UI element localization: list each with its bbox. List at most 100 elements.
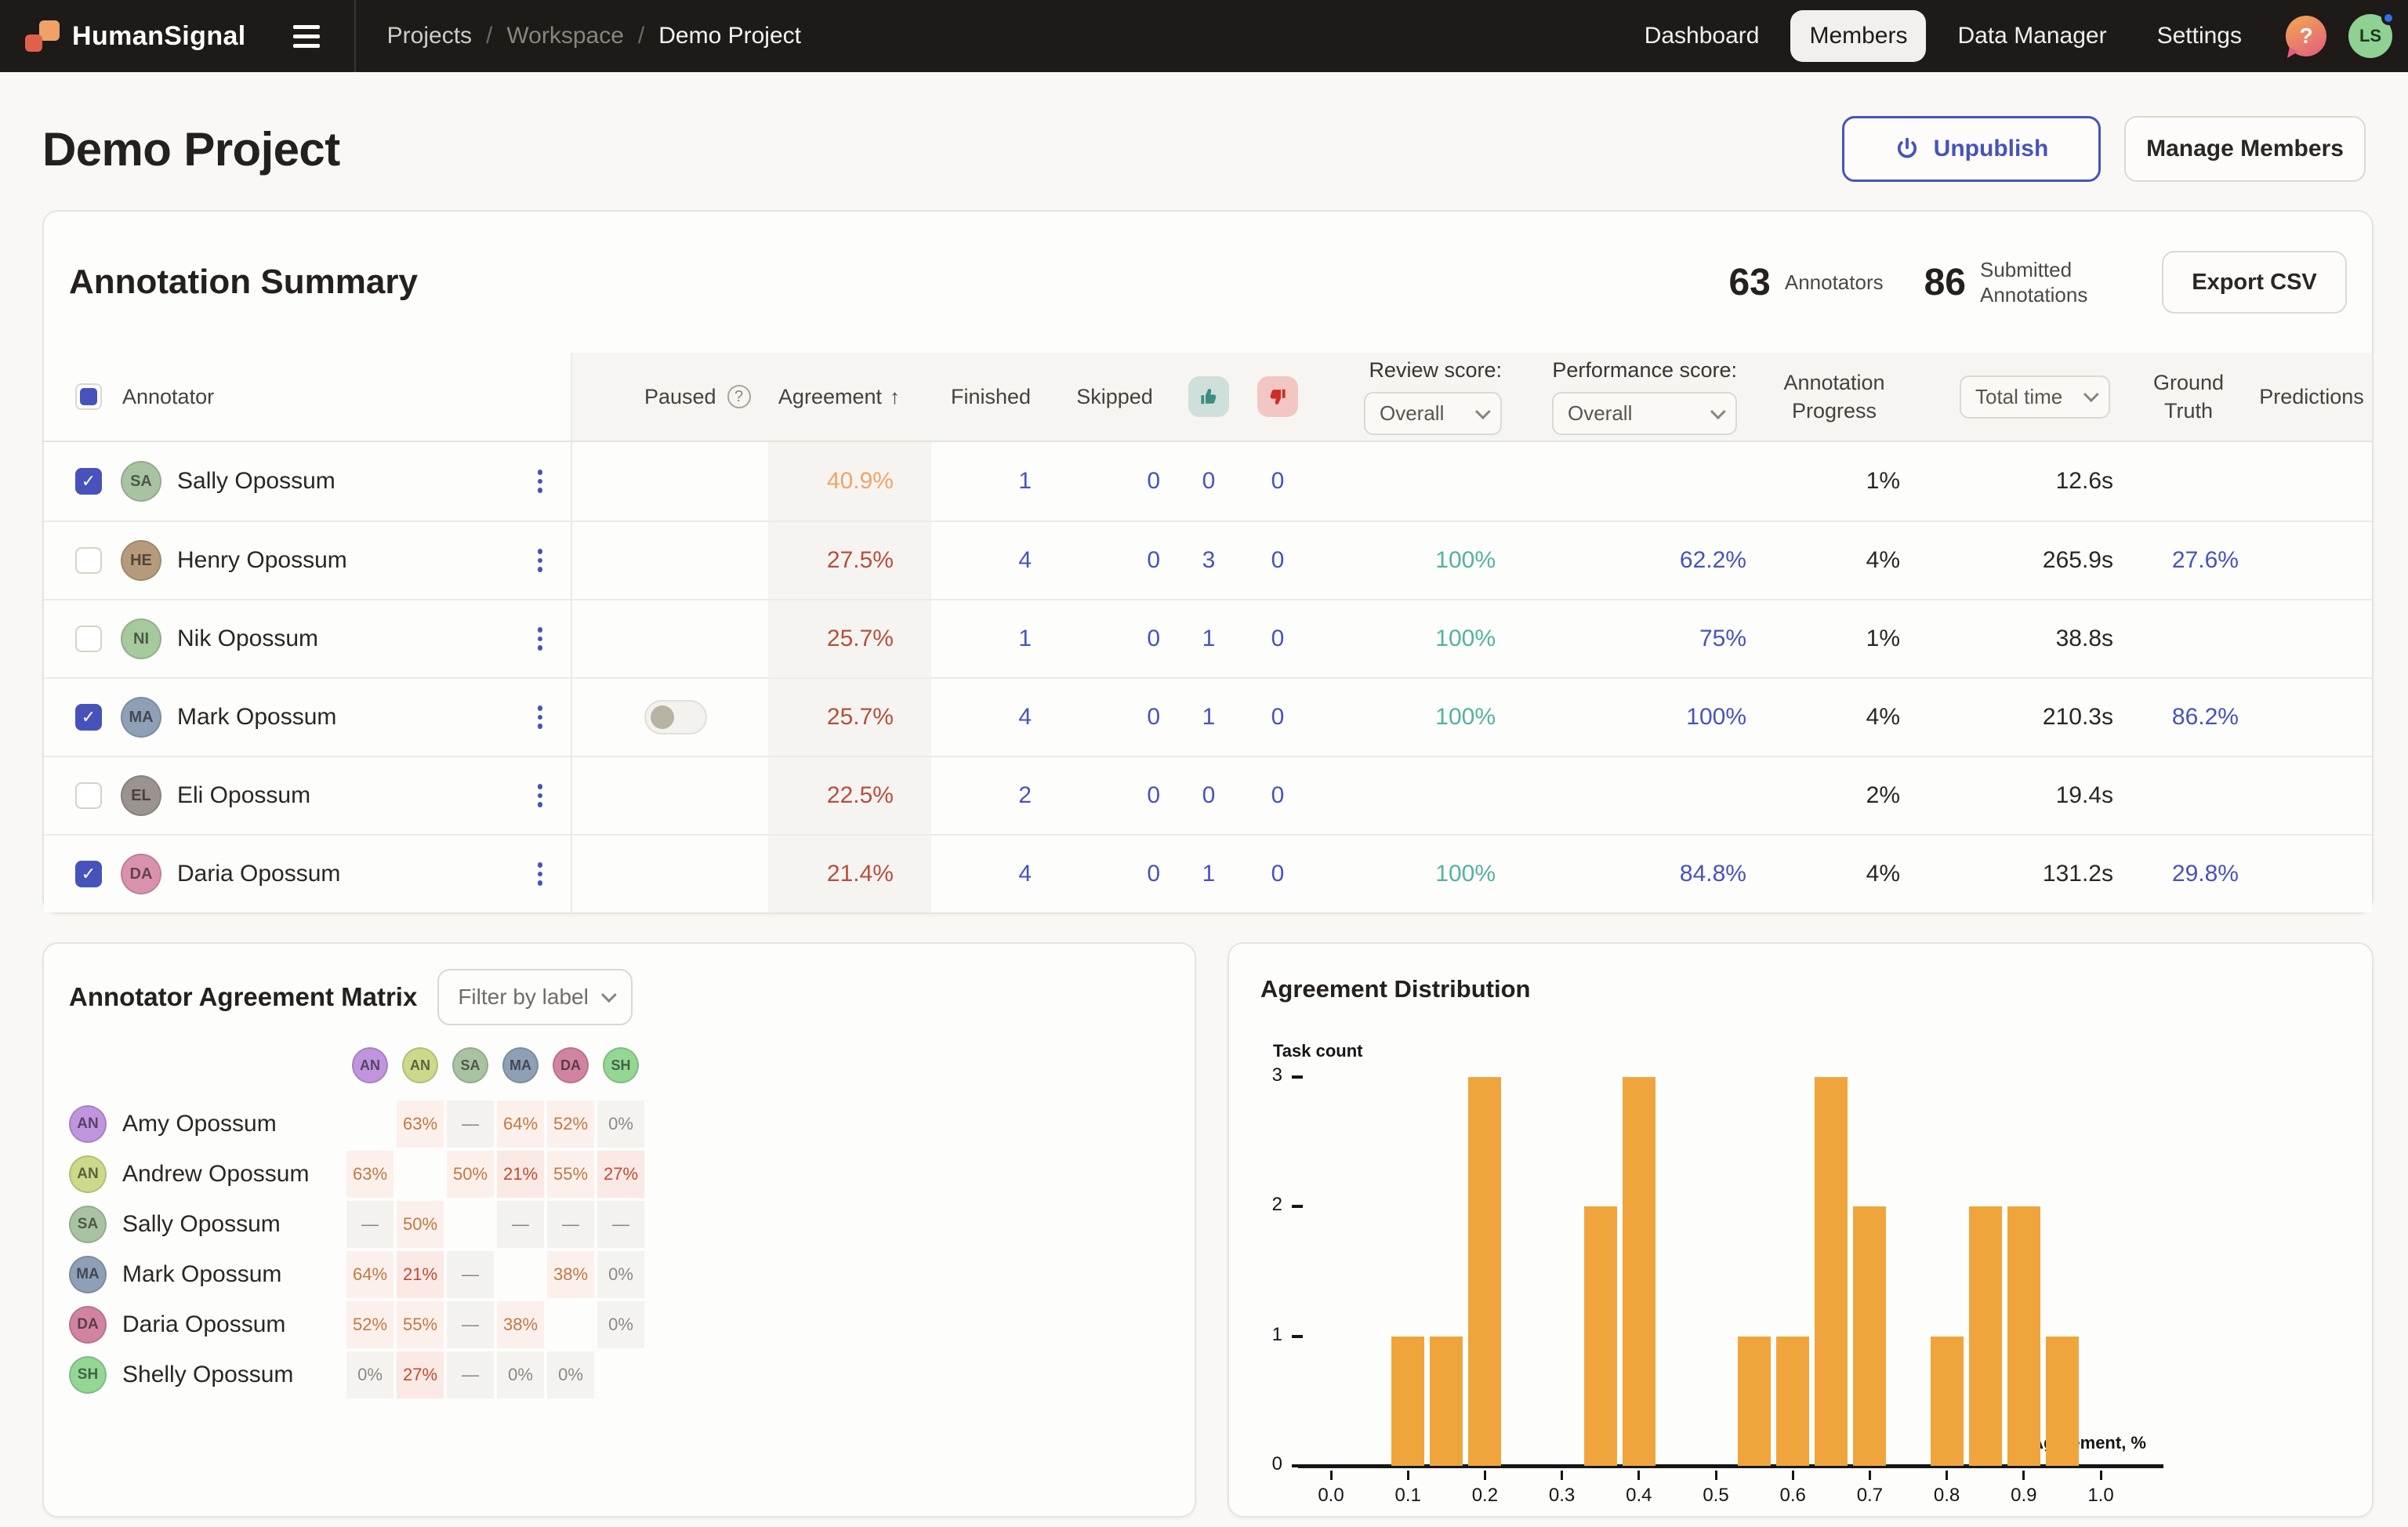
x-tick-label: 0.5 bbox=[1685, 1485, 1747, 1507]
performance-score-value: 75% bbox=[1699, 626, 1746, 652]
matrix-cell: 63% bbox=[397, 1101, 444, 1148]
rejected-value: 0 bbox=[1271, 626, 1285, 652]
paused-toggle[interactable] bbox=[644, 700, 707, 734]
matrix-cell: 50% bbox=[397, 1201, 444, 1248]
help-icon[interactable]: ? bbox=[2286, 16, 2326, 56]
breadcrumb-projects[interactable]: Projects bbox=[387, 23, 472, 49]
rejected-value: 0 bbox=[1271, 468, 1285, 495]
kebab-menu-icon[interactable] bbox=[531, 778, 549, 813]
table-body: ✓ SA Sally Opossum 40.9% 1 0 0 0 1% 12.6… bbox=[44, 442, 2372, 912]
skipped-value: 0 bbox=[1147, 626, 1160, 652]
y-tick bbox=[1292, 1205, 1303, 1208]
nav-link-data-manager[interactable]: Data Manager bbox=[1938, 10, 2125, 62]
avatar: SA bbox=[69, 1206, 107, 1243]
table-header: Annotator Paused ? Agreement ↑ Finished … bbox=[44, 353, 2372, 442]
summary-title: Annotation Summary bbox=[69, 263, 418, 302]
column-total-time: Total time bbox=[1913, 375, 2126, 419]
total-time-value: 131.2s bbox=[2043, 861, 2113, 887]
kebab-menu-icon[interactable] bbox=[531, 542, 549, 578]
review-score-select[interactable]: Overall bbox=[1364, 392, 1502, 435]
submitted-stat: 86 Submitted Annotations bbox=[1924, 257, 2115, 308]
matrix-cell: 21% bbox=[397, 1251, 444, 1298]
matrix-annotator-name: Shelly Opossum bbox=[122, 1362, 346, 1388]
avatar: DA bbox=[553, 1047, 589, 1083]
finished-value: 1 bbox=[1018, 626, 1032, 652]
unpublish-button[interactable]: Unpublish bbox=[1842, 116, 2101, 182]
manage-members-button[interactable]: Manage Members bbox=[2124, 116, 2366, 182]
x-tick-label: 0.8 bbox=[1916, 1485, 1978, 1507]
histogram-plot: Task count Agreement, % 0.00.10.20.30.40… bbox=[1229, 944, 2372, 1516]
skipped-value: 0 bbox=[1147, 547, 1160, 574]
hamburger-menu-icon[interactable] bbox=[287, 19, 326, 54]
brand-logo[interactable]: HumanSignal bbox=[25, 19, 246, 53]
table-row: HE Henry Opossum 27.5% 4 0 3 0 100% 62.2… bbox=[44, 520, 2372, 599]
column-review-score: Review score: Overall bbox=[1317, 358, 1505, 435]
filter-by-label-select[interactable]: Filter by label bbox=[437, 969, 633, 1025]
x-tick bbox=[1637, 1471, 1640, 1480]
agreement-value: 40.9% bbox=[827, 468, 894, 495]
row-checkbox[interactable] bbox=[75, 547, 102, 574]
row-checkbox[interactable] bbox=[75, 782, 102, 809]
notification-dot bbox=[2381, 11, 2395, 25]
annotation-progress-value: 4% bbox=[1866, 704, 1900, 731]
brand-name: HumanSignal bbox=[72, 21, 246, 52]
annotators-stat: 63 Annotators bbox=[1728, 261, 1883, 304]
row-checkbox[interactable]: ✓ bbox=[75, 861, 102, 887]
matrix-row: DADaria Opossum52%55%—38%0% bbox=[69, 1301, 1195, 1348]
row-checkbox[interactable]: ✓ bbox=[75, 468, 102, 495]
performance-score-value: 100% bbox=[1686, 704, 1746, 731]
matrix-body: ANAmy Opossum63%—64%52%0%ANAndrew Opossu… bbox=[44, 1083, 1195, 1398]
user-avatar[interactable]: LS bbox=[2348, 14, 2392, 58]
x-tick bbox=[2100, 1471, 2102, 1480]
table-row: ✓ SA Sally Opossum 40.9% 1 0 0 0 1% 12.6… bbox=[44, 442, 2372, 520]
column-agreement[interactable]: Agreement ↑ bbox=[768, 385, 931, 409]
column-rejected bbox=[1238, 376, 1317, 417]
annotator-name: Nik Opossum bbox=[177, 626, 318, 652]
matrix-row: ANAmy Opossum63%—64%52%0% bbox=[69, 1101, 1195, 1148]
histogram-bar bbox=[1430, 1337, 1463, 1466]
paused-help-icon[interactable]: ? bbox=[727, 385, 751, 408]
skipped-value: 0 bbox=[1147, 861, 1160, 887]
table-row: ✓ MA Mark Opossum 25.7% 4 0 1 0 100% 100… bbox=[44, 677, 2372, 756]
navbar-divider bbox=[354, 0, 356, 72]
x-tick bbox=[1330, 1471, 1333, 1480]
matrix-cell: 55% bbox=[547, 1151, 594, 1198]
row-checkbox[interactable] bbox=[75, 626, 102, 652]
nav-link-dashboard[interactable]: Dashboard bbox=[1626, 10, 1779, 62]
histogram-bar bbox=[1738, 1337, 1771, 1466]
total-time-select[interactable]: Total time bbox=[1960, 375, 2110, 419]
histogram-bar bbox=[1853, 1206, 1886, 1466]
total-time-value: 38.8s bbox=[2056, 626, 2113, 652]
select-all-checkbox[interactable] bbox=[75, 383, 102, 410]
annotators-label: Annotators bbox=[1785, 270, 1884, 296]
agreement-value: 27.5% bbox=[827, 547, 894, 574]
humansignal-logo-icon bbox=[25, 19, 60, 53]
export-csv-button[interactable]: Export CSV bbox=[2162, 251, 2347, 314]
avatar: DA bbox=[121, 854, 161, 894]
agreement-distribution-card: Agreement Distribution Task count Agreem… bbox=[1228, 942, 2374, 1518]
breadcrumb: Projects / Workspace / Demo Project bbox=[387, 23, 801, 49]
matrix-cell: 52% bbox=[346, 1301, 393, 1348]
row-checkbox[interactable]: ✓ bbox=[75, 704, 102, 731]
breadcrumb-current: Demo Project bbox=[658, 23, 801, 49]
matrix-cell: 55% bbox=[397, 1301, 444, 1348]
matrix-cell: 0% bbox=[597, 1251, 644, 1298]
performance-score-select[interactable]: Overall bbox=[1552, 392, 1737, 435]
nav-link-members[interactable]: Members bbox=[1790, 10, 1926, 62]
finished-value: 2 bbox=[1018, 782, 1032, 809]
matrix-cell: 64% bbox=[346, 1251, 393, 1298]
nav-link-settings[interactable]: Settings bbox=[2138, 10, 2261, 62]
breadcrumb-workspace[interactable]: Workspace bbox=[506, 23, 624, 49]
y-axis-label: Task count bbox=[1273, 1041, 1363, 1061]
kebab-menu-icon[interactable] bbox=[531, 856, 549, 891]
kebab-menu-icon[interactable] bbox=[531, 463, 549, 499]
matrix-cell: 27% bbox=[397, 1351, 444, 1398]
column-accepted bbox=[1179, 376, 1238, 417]
finished-value: 4 bbox=[1018, 861, 1032, 887]
kebab-menu-icon[interactable] bbox=[531, 699, 549, 734]
matrix-cell: 52% bbox=[547, 1101, 594, 1148]
matrix-cell: 0% bbox=[346, 1351, 393, 1398]
matrix-cell: — bbox=[447, 1251, 494, 1298]
ground-truth-value: 27.6% bbox=[2172, 547, 2239, 574]
kebab-menu-icon[interactable] bbox=[531, 621, 549, 656]
